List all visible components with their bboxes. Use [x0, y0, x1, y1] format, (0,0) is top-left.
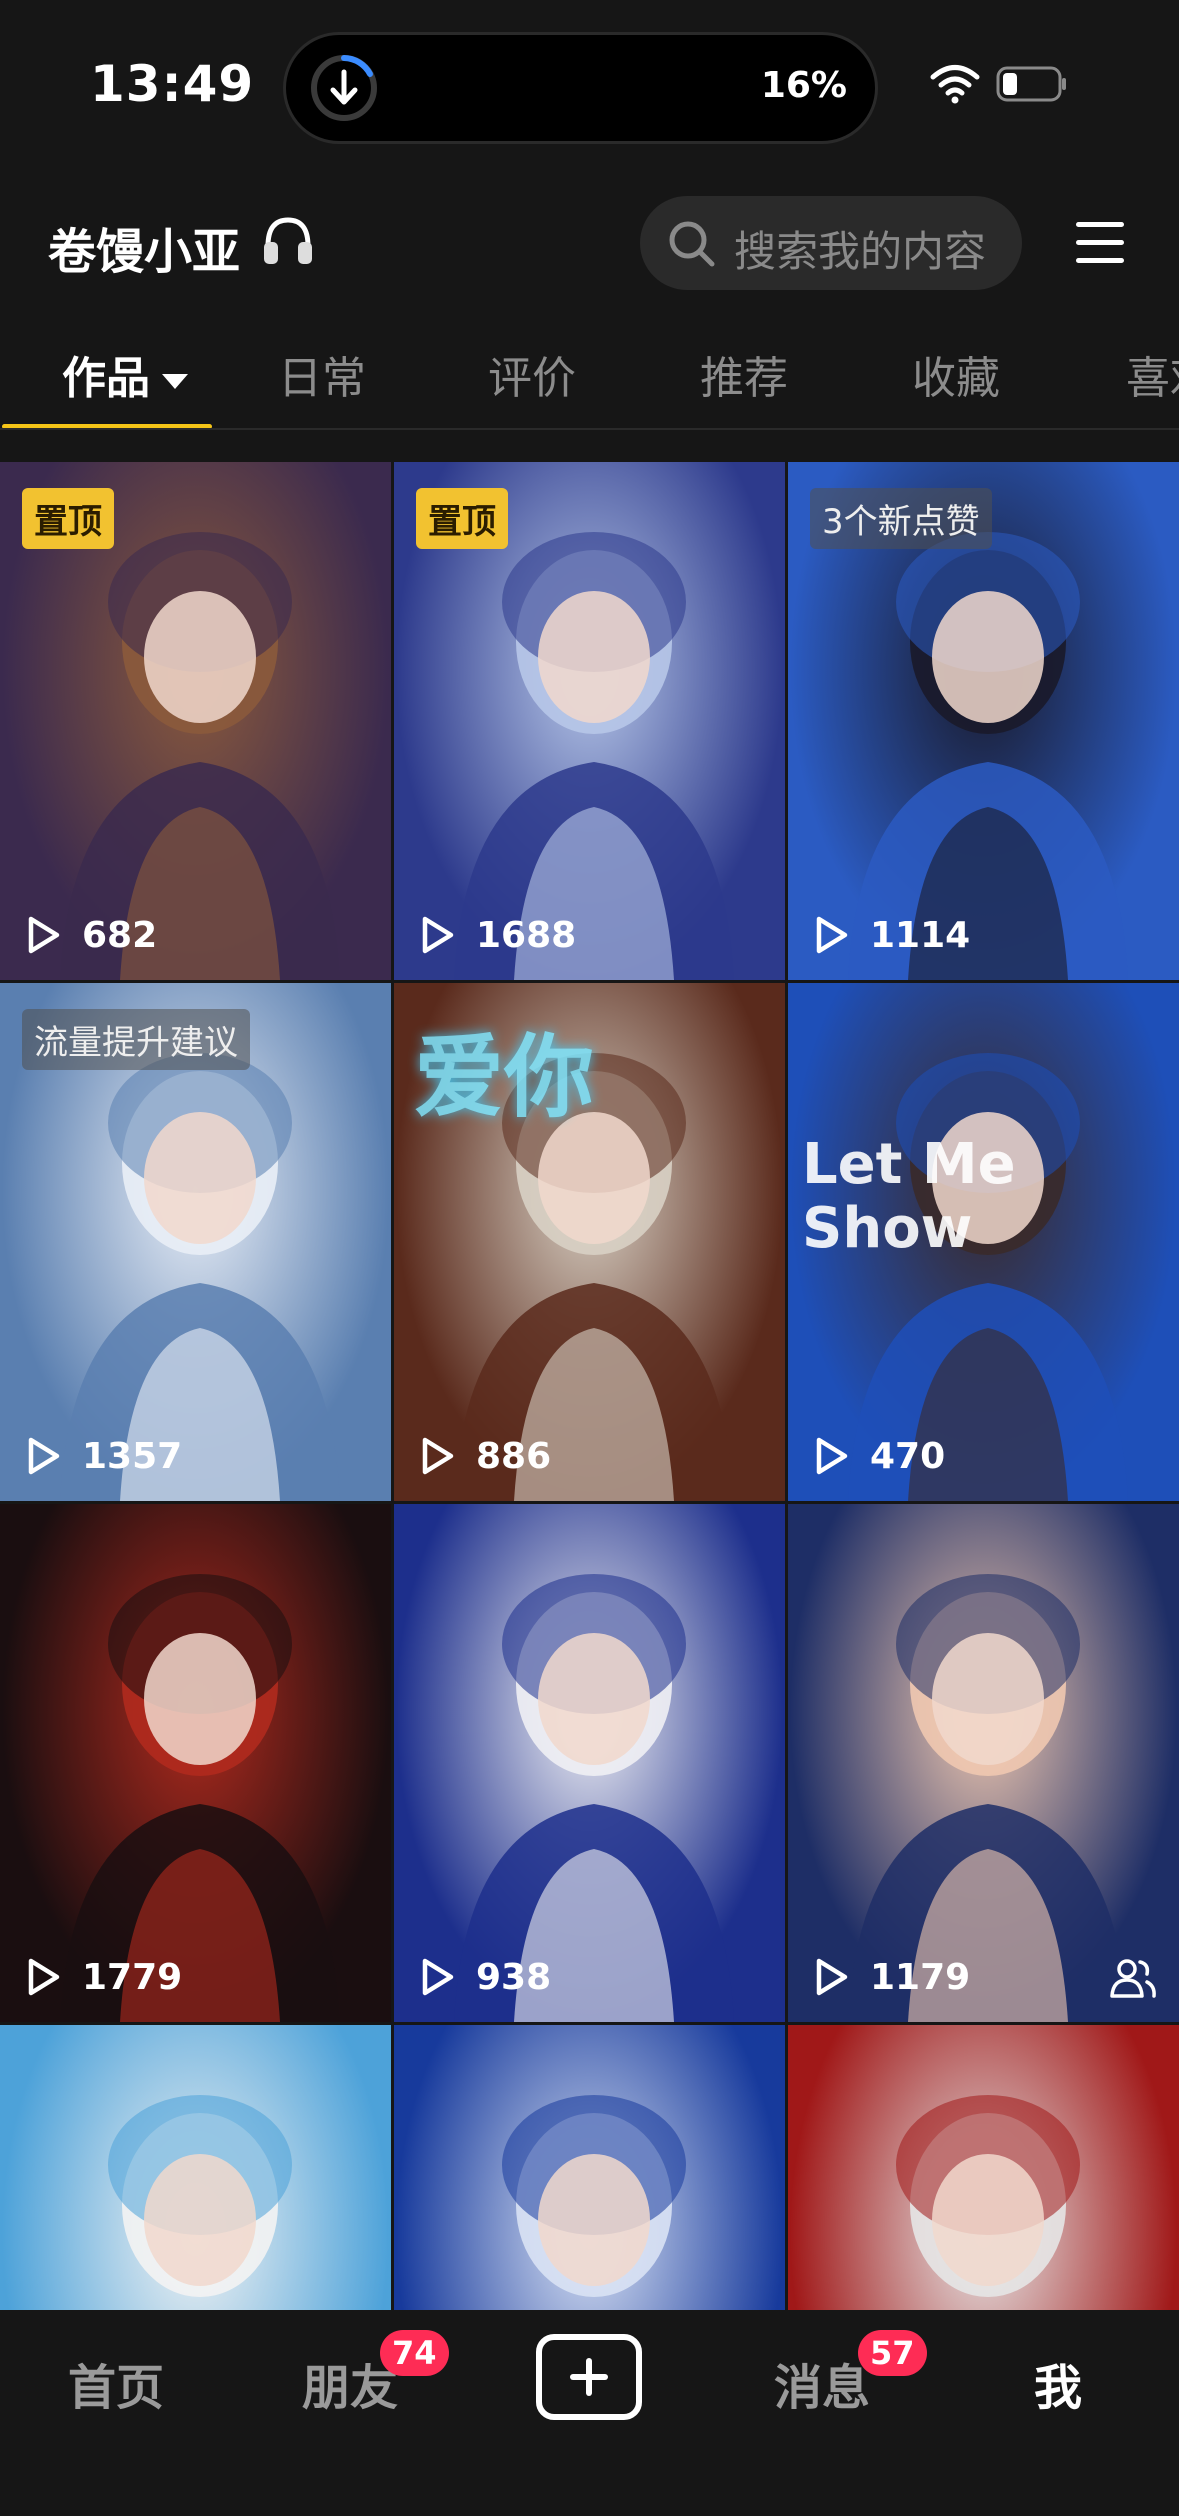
tab-daily[interactable]: 日常	[278, 342, 366, 406]
video-grid: 置顶 682 置顶 1688 3个新点赞 1114 流量提升建议 1357 爱你 886 Let M…	[0, 462, 1179, 2310]
play-count-value: 1779	[82, 1956, 183, 1998]
play-count-value: 886	[476, 1435, 552, 1477]
play-count: 470	[810, 1435, 945, 1477]
play-count: 1357	[22, 1435, 182, 1477]
play-icon	[816, 1437, 848, 1475]
play-icon	[816, 1958, 848, 1996]
performer-silhouette	[454, 1574, 734, 2022]
status-bar: 13:49 16%	[0, 0, 1179, 180]
download-percent: 16%	[760, 65, 847, 106]
search-icon	[669, 221, 715, 267]
performer-silhouette	[502, 2095, 686, 2297]
tab-recommend[interactable]: 推荐	[700, 342, 788, 406]
status-time: 13:49	[90, 55, 255, 113]
thumbnail-overlay-text: 爱你	[414, 1025, 594, 1130]
play-count-value: 470	[870, 1435, 946, 1477]
video-tile[interactable]	[788, 2025, 1179, 2310]
play-icon	[422, 916, 454, 954]
video-tile[interactable]: 1179	[788, 1504, 1179, 2022]
play-count: 886	[416, 1435, 551, 1477]
shared-people-icon	[1110, 1959, 1156, 1998]
thumbnail-overlay-text: Let Me Show	[802, 1132, 1016, 1261]
play-icon	[28, 1437, 60, 1475]
video-tile[interactable]: 置顶 682	[0, 462, 391, 980]
headphones-icon	[264, 217, 312, 264]
video-tile[interactable]: 3个新点赞 1114	[788, 462, 1179, 980]
play-count: 1179	[810, 1956, 970, 1998]
profile-header: 卷馒小亚 搜索我的内容	[0, 190, 1179, 300]
play-icon	[28, 1958, 60, 1996]
video-tile[interactable]	[0, 2025, 391, 2310]
pinned-badge: 置顶	[416, 488, 508, 549]
play-icon	[28, 916, 60, 954]
play-icon	[422, 1958, 454, 1996]
video-tile[interactable]	[394, 2025, 785, 2310]
friends-badge: 74	[380, 2330, 449, 2376]
performer-silhouette	[108, 2095, 292, 2297]
profile-tabs: 作品 日常 评价 推荐 收藏 喜欢	[0, 330, 1179, 430]
dropdown-arrow-icon	[162, 373, 188, 389]
bottom-nav: 首页 朋友 74 消息 57 我	[0, 2310, 1179, 2516]
create-button[interactable]	[536, 2334, 642, 2420]
search-placeholder: 搜索我的内容	[734, 227, 987, 276]
play-count-value: 1357	[82, 1435, 183, 1477]
battery-icon	[996, 66, 1066, 102]
page-title: 卷馒小亚	[48, 224, 241, 280]
search-input[interactable]: 搜索我的内容	[640, 196, 1022, 290]
play-count: 1688	[416, 914, 576, 956]
performer-silhouette	[848, 1574, 1128, 2022]
tab-reviews[interactable]: 评价	[488, 342, 576, 406]
tab-likes[interactable]: 喜欢	[1126, 342, 1179, 406]
nav-messages[interactable]: 消息	[774, 2348, 870, 2418]
video-tile[interactable]: 置顶 1688	[394, 462, 785, 980]
play-count-value: 1179	[870, 1956, 971, 1998]
download-progress-icon	[311, 55, 377, 121]
video-tile[interactable]: 938	[394, 1504, 785, 2022]
tab-active-indicator	[2, 424, 212, 428]
play-count-value: 682	[82, 914, 158, 956]
tab-works[interactable]: 作品	[62, 342, 188, 406]
performer-silhouette	[896, 2095, 1080, 2297]
pinned-badge: 置顶	[22, 488, 114, 549]
play-count: 1779	[22, 1956, 182, 1998]
tab-favorites[interactable]: 收藏	[912, 342, 1000, 406]
dynamic-island[interactable]: 16%	[283, 32, 878, 144]
play-count: 1114	[810, 914, 970, 956]
nav-me[interactable]: 我	[1034, 2348, 1082, 2418]
play-count: 938	[416, 1956, 551, 1998]
menu-icon[interactable]	[1076, 222, 1124, 266]
play-count-value: 1114	[870, 914, 971, 956]
info-badge: 3个新点赞	[810, 488, 992, 549]
video-tile[interactable]: Let Me Show 470	[788, 983, 1179, 1501]
info-badge: 流量提升建议	[22, 1009, 250, 1070]
performer-silhouette	[60, 1574, 340, 2022]
video-tile[interactable]: 流量提升建议 1357	[0, 983, 391, 1501]
wifi-icon	[930, 65, 980, 104]
video-tile[interactable]: 爱你 886	[394, 983, 785, 1501]
nav-home[interactable]: 首页	[68, 2348, 164, 2418]
play-icon	[816, 916, 848, 954]
messages-badge: 57	[858, 2330, 927, 2376]
play-count-value: 1688	[476, 914, 577, 956]
play-count: 682	[22, 914, 157, 956]
play-icon	[422, 1437, 454, 1475]
video-tile[interactable]: 1779	[0, 1504, 391, 2022]
play-count-value: 938	[476, 1956, 552, 1998]
